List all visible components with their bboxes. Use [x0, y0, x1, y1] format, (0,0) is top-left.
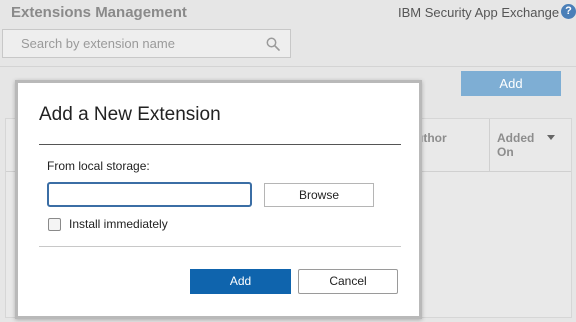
- browse-button[interactable]: Browse: [264, 183, 374, 207]
- dialog-title: Add a New Extension: [39, 104, 221, 125]
- column-header-added-on[interactable]: Added On: [497, 131, 547, 159]
- dialog-add-button[interactable]: Add: [190, 269, 291, 294]
- column-separator: [489, 119, 490, 171]
- install-immediately-checkbox[interactable]: [48, 218, 61, 231]
- search-input[interactable]: [3, 30, 258, 57]
- install-immediately-label[interactable]: Install immediately: [69, 217, 168, 231]
- app-exchange-link[interactable]: IBM Security App Exchange: [398, 5, 559, 20]
- chevron-down-icon[interactable]: [547, 135, 555, 140]
- page-title: Extensions Management: [11, 4, 187, 21]
- search-box: [2, 29, 291, 58]
- search-icon[interactable]: [266, 37, 280, 51]
- dialog-divider-top: [39, 144, 401, 145]
- add-extension-dialog: Add a New Extension From local storage: …: [15, 80, 422, 319]
- dialog-divider-bottom: [39, 246, 401, 247]
- toolbar-divider: [0, 66, 576, 67]
- question-icon[interactable]: ?: [561, 4, 576, 19]
- dialog-cancel-button[interactable]: Cancel: [298, 269, 398, 294]
- local-storage-label: From local storage:: [47, 159, 150, 173]
- add-extension-button[interactable]: Add: [461, 71, 561, 96]
- file-path-input[interactable]: [47, 182, 252, 207]
